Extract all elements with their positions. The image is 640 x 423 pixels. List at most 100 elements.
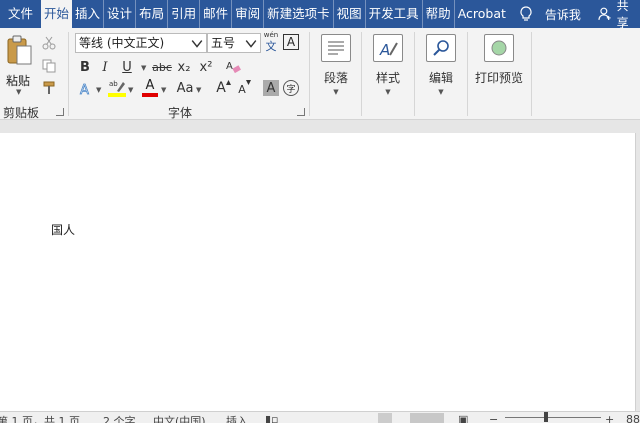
- font-color-bar: [142, 93, 158, 97]
- tab-home[interactable]: 开始: [41, 0, 73, 28]
- font-size-select[interactable]: 五号: [207, 33, 261, 53]
- font-color-dropdown-icon[interactable]: ▼: [161, 86, 166, 94]
- phonetic-top: wén: [263, 31, 279, 39]
- styles-label: 样式: [375, 71, 400, 85]
- divider: [361, 32, 362, 116]
- divider: [68, 32, 69, 116]
- cut-icon[interactable]: [42, 36, 56, 50]
- divider: [309, 32, 310, 116]
- chevron-down-icon: [245, 40, 257, 48]
- document-text[interactable]: 国人: [51, 221, 75, 238]
- font-color-button[interactable]: A: [142, 79, 158, 97]
- divider: [467, 32, 468, 116]
- web-layout-icon[interactable]: ▣: [458, 413, 468, 423]
- tab-mailings[interactable]: 邮件: [199, 0, 231, 28]
- tab-insert[interactable]: 插入: [72, 0, 103, 28]
- zoom-out-icon[interactable]: −: [489, 413, 498, 423]
- paragraph-dropdown-icon: ▼: [333, 88, 339, 96]
- font-launcher-icon[interactable]: [297, 108, 305, 116]
- paragraph-label: 段落: [323, 71, 348, 85]
- tab-view[interactable]: 视图: [332, 0, 365, 28]
- italic-button[interactable]: I: [98, 59, 112, 75]
- bold-button[interactable]: B: [78, 59, 92, 75]
- font-size-value: 五号: [211, 36, 236, 50]
- paragraph-button[interactable]: 段落 ▼: [311, 34, 361, 96]
- tab-file[interactable]: 文件: [0, 0, 41, 28]
- status-page-count[interactable]: 第 1 页，共 1 页: [0, 413, 80, 423]
- tab-help[interactable]: 帮助: [421, 0, 454, 28]
- paragraph-icon: [321, 34, 351, 62]
- tab-layout[interactable]: 布局: [135, 0, 167, 28]
- share-label: 共享: [616, 0, 629, 30]
- editing-dropdown-icon: ▼: [438, 88, 444, 96]
- clipboard-paste-icon: [7, 35, 32, 65]
- tab-new-tab[interactable]: 新建选项卡: [263, 0, 333, 28]
- tell-me-label: 告诉我: [544, 7, 581, 22]
- paste-dropdown-icon: ▼: [16, 88, 22, 96]
- ribbon-tab-bar: 文件 开始 插入 设计 布局 引用 邮件 审阅 新建选项卡 视图 开发工具 帮助…: [0, 0, 640, 30]
- change-case-dropdown-icon[interactable]: ▼: [196, 86, 201, 94]
- text-effects-dropdown-icon[interactable]: ▼: [96, 86, 101, 94]
- macro-record-icon[interactable]: ▮▫: [265, 413, 279, 423]
- svg-text:A: A: [226, 61, 233, 72]
- share-button[interactable]: 共享: [598, 0, 640, 30]
- tab-developer[interactable]: 开发工具: [364, 0, 422, 28]
- change-case-button[interactable]: Aa: [176, 80, 194, 96]
- styles-icon: A: [373, 34, 403, 62]
- font-family-value: 等线 (中文正文): [79, 36, 165, 50]
- highlighter-icon: ab: [109, 80, 125, 92]
- tab-design[interactable]: 设计: [103, 0, 135, 28]
- tab-acrobat[interactable]: Acrobat: [453, 0, 509, 28]
- strikethrough-button[interactable]: abc: [152, 59, 172, 75]
- editing-button[interactable]: 编辑 ▼: [416, 34, 466, 96]
- divider: [531, 32, 532, 116]
- clipboard-launcher-icon[interactable]: [56, 108, 64, 116]
- format-painter-icon[interactable]: [42, 81, 56, 95]
- copy-icon[interactable]: [42, 59, 56, 73]
- print-layout-icon[interactable]: [410, 413, 444, 423]
- tell-me-box[interactable]: 告诉我: [519, 0, 581, 28]
- status-bar: 第 1 页，共 1 页 2 个字 中文(中国) 插入 ▮▫ ▣ − + 88: [0, 411, 640, 423]
- font-color-letter: A: [145, 78, 155, 93]
- highlight-dropdown-icon[interactable]: ▼: [128, 86, 133, 94]
- ribbon-home: 粘贴 ▼ 剪贴板 等线 (中文正文) 五号 wén 文 A B I U ▼ ab…: [0, 28, 640, 120]
- svg-text:A: A: [80, 83, 89, 97]
- font-group-label: 字体: [168, 106, 193, 120]
- document-area: 国人: [0, 121, 640, 411]
- highlight-button[interactable]: ab: [108, 79, 126, 97]
- character-shading-button[interactable]: A: [263, 80, 279, 96]
- enclose-characters-button[interactable]: 字: [283, 80, 299, 96]
- paste-button[interactable]: 粘贴 ▼: [4, 34, 34, 96]
- tab-references[interactable]: 引用: [167, 0, 199, 28]
- zoom-slider-thumb[interactable]: [544, 412, 548, 422]
- subscript-button[interactable]: x₂: [176, 59, 192, 75]
- grow-arrow-icon: [226, 80, 231, 85]
- clear-formatting-icon[interactable]: A: [225, 59, 241, 75]
- print-preview-button[interactable]: 打印预览: [470, 34, 528, 86]
- read-mode-icon[interactable]: [378, 413, 392, 423]
- text-effects-icon[interactable]: A: [78, 81, 94, 97]
- zoom-slider[interactable]: [505, 417, 601, 418]
- editing-label: 编辑: [428, 71, 453, 85]
- person-icon: [598, 7, 611, 20]
- status-language[interactable]: 中文(中国): [153, 413, 206, 423]
- paste-label: 粘贴: [6, 74, 31, 88]
- superscript-button[interactable]: x²: [198, 59, 214, 75]
- clipboard-group-label: 剪贴板: [3, 106, 40, 120]
- highlight-color-bar: [108, 93, 126, 97]
- tab-review[interactable]: 审阅: [231, 0, 263, 28]
- svg-text:A: A: [379, 41, 390, 59]
- zoom-in-icon[interactable]: +: [605, 413, 614, 423]
- document-page[interactable]: 国人: [0, 133, 636, 411]
- status-insert-mode[interactable]: 插入: [226, 413, 248, 423]
- status-word-count[interactable]: 2 个字: [103, 413, 136, 423]
- styles-button[interactable]: A 样式 ▼: [363, 34, 413, 96]
- character-border-button[interactable]: A: [283, 34, 299, 50]
- underline-button[interactable]: U: [120, 59, 134, 75]
- phonetic-guide-button[interactable]: wén 文: [263, 31, 279, 53]
- font-family-select[interactable]: 等线 (中文正文): [75, 33, 207, 53]
- styles-dropdown-icon: ▼: [385, 88, 391, 96]
- zoom-level[interactable]: 88: [626, 413, 640, 423]
- underline-dropdown-icon[interactable]: ▼: [141, 64, 146, 72]
- svg-text:ab: ab: [109, 80, 118, 88]
